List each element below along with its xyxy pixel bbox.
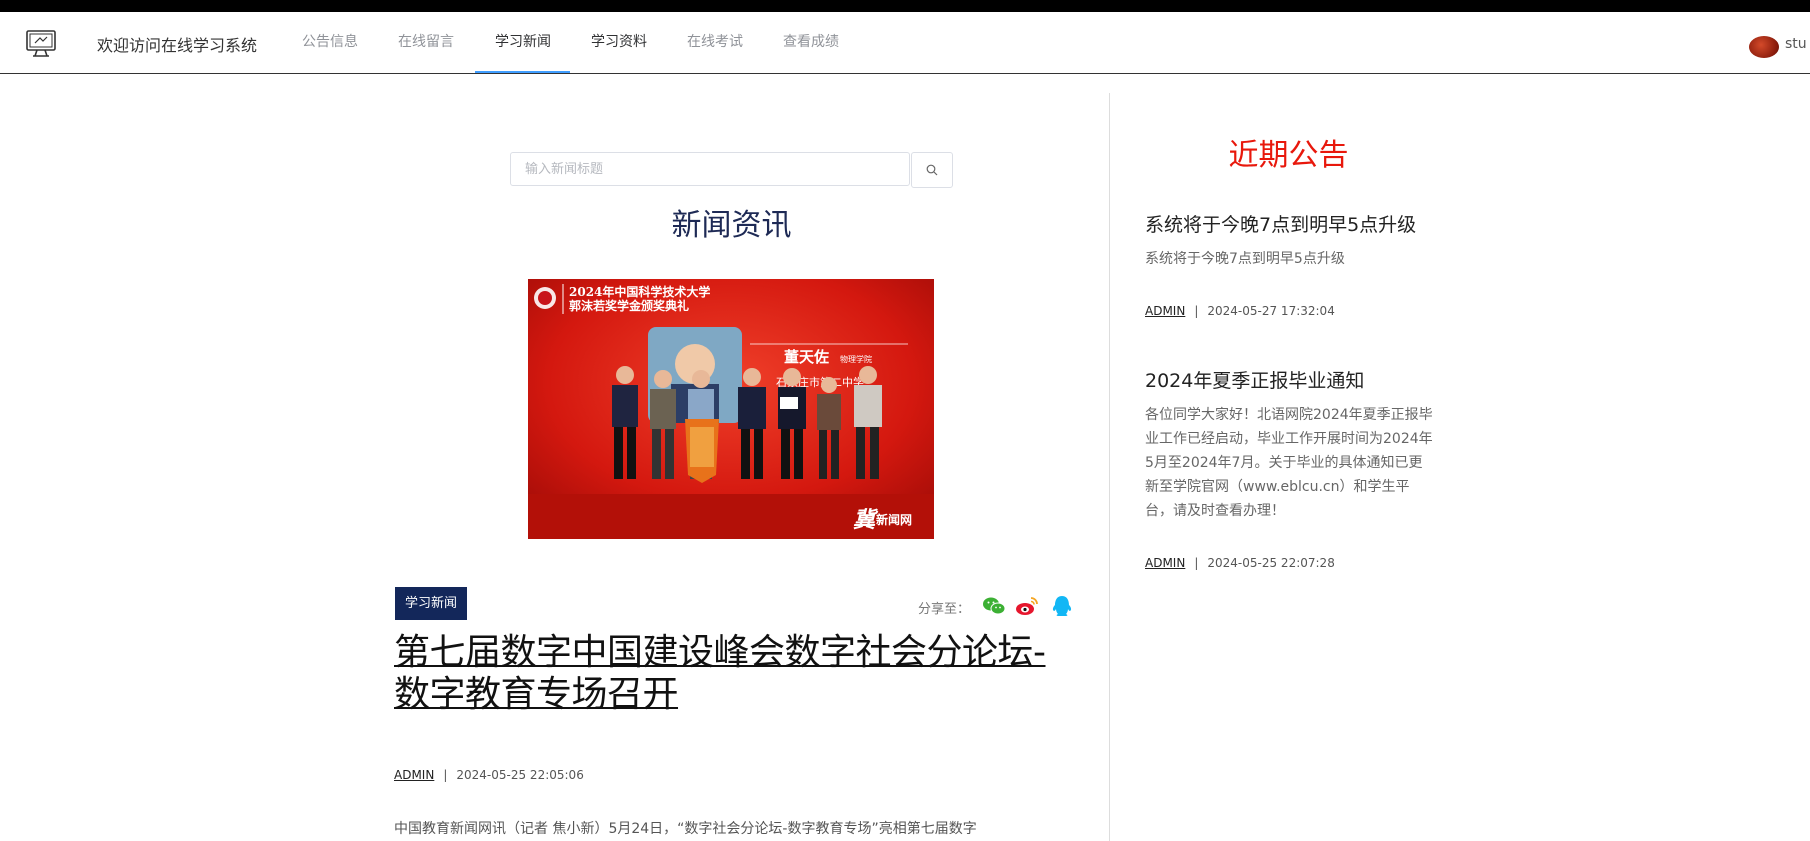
- svg-text:董天佐: 董天佐: [784, 348, 829, 366]
- share-label: 分享至：: [918, 602, 971, 617]
- category-tag[interactable]: 学习新闻: [395, 587, 468, 620]
- monitor-logo-icon[interactable]: [26, 30, 56, 58]
- nav-study-news[interactable]: 学习新闻: [475, 12, 570, 73]
- article-date: 2024-05-25 22:05:06: [456, 768, 584, 782]
- announcement-title[interactable]: 2024年夏季正报毕业通知: [1145, 366, 1364, 393]
- top-black-bar: [0, 0, 1810, 12]
- site-title: 欢迎访问在线学习系统: [97, 36, 258, 55]
- nav-messages[interactable]: 在线留言: [378, 12, 474, 73]
- announcement-author[interactable]: ADMIN: [1145, 556, 1185, 570]
- meta-separator: |: [1194, 556, 1199, 570]
- wechat-icon[interactable]: [982, 595, 1006, 617]
- avatar[interactable]: [1749, 36, 1779, 58]
- nav-study-materials[interactable]: 学习资料: [571, 12, 667, 73]
- svg-text:新闻网: 新闻网: [876, 512, 912, 527]
- announcement-meta: ADMIN | 2024-05-27 17:32:04: [1145, 304, 1335, 318]
- search-input[interactable]: [510, 152, 910, 186]
- nav-online-exam[interactable]: 在线考试: [667, 12, 763, 73]
- nav-announcements[interactable]: 公告信息: [282, 12, 378, 73]
- recent-announcements-title: 近期公告: [1228, 138, 1349, 173]
- announcement-desc: 系统将于今晚7点到明早5点升级: [1145, 251, 1345, 267]
- article-author[interactable]: ADMIN: [394, 768, 434, 782]
- news-title[interactable]: 第七届数字中国建设峰会数字社会分论坛-数字教育专场召开: [394, 632, 1074, 716]
- svg-text:物理学院: 物理学院: [840, 354, 872, 364]
- search-button[interactable]: [911, 152, 953, 188]
- news-excerpt: 中国教育新闻网讯（记者 焦小新）5月24日，“数字社会分论坛-数字教育专场”亮相…: [394, 821, 977, 837]
- announcement-date: 2024-05-25 22:07:28: [1207, 556, 1335, 570]
- article-meta: ADMIN | 2024-05-25 22:05:06: [394, 768, 584, 782]
- svg-text:郭沫若奖学金颁奖典礼: 郭沫若奖学金颁奖典礼: [569, 298, 689, 313]
- nav-view-scores[interactable]: 查看成绩: [763, 12, 859, 73]
- announcement-date: 2024-05-27 17:32:04: [1207, 304, 1335, 318]
- announcement-author[interactable]: ADMIN: [1145, 304, 1185, 318]
- username[interactable]: stu: [1785, 36, 1807, 52]
- qq-icon[interactable]: [1050, 595, 1074, 617]
- announcement-desc: 各位同学大家好！北语网院2024年夏季正报毕业工作已经启动，毕业工作开展时间为2…: [1145, 407, 1433, 519]
- news-photo: 2024年中国科学技术大学 郭沫若奖学金颁奖典礼 董天佐 物理学院 石家庄市第二…: [528, 279, 934, 539]
- svg-text:2024年中国科学技术大学: 2024年中国科学技术大学: [569, 284, 710, 299]
- news-image[interactable]: 2024年中国科学技术大学 郭沫若奖学金颁奖典礼 董天佐 物理学院 石家庄市第二…: [528, 279, 934, 539]
- weibo-icon[interactable]: [1015, 595, 1039, 617]
- column-divider: [1109, 93, 1110, 841]
- section-title: 新闻资讯: [671, 208, 792, 243]
- search-icon: [926, 164, 938, 176]
- announcement-title[interactable]: 系统将于今晚7点到明早5点升级: [1145, 210, 1416, 237]
- announcement-meta: ADMIN | 2024-05-25 22:07:28: [1145, 556, 1335, 570]
- meta-separator: |: [443, 768, 448, 782]
- meta-separator: |: [1194, 304, 1199, 318]
- top-navigation: 欢迎访问在线学习系统 公告信息 在线留言 学习新闻 学习资料 在线考试 查看成绩…: [0, 12, 1810, 74]
